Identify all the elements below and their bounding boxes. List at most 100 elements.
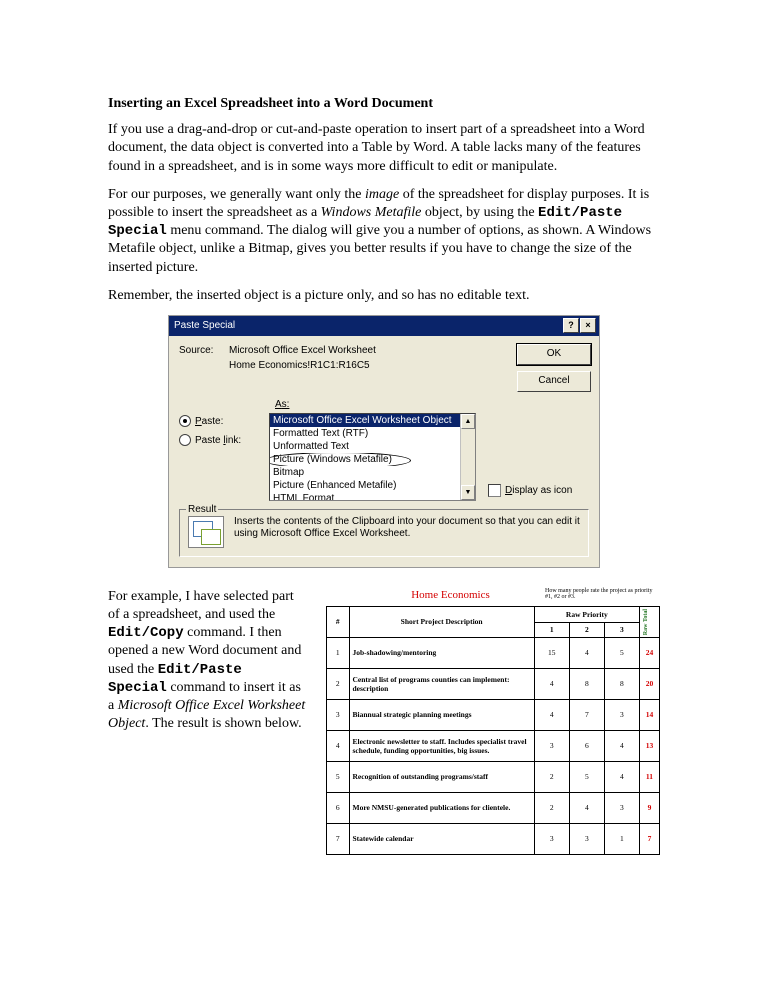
text-italic: Windows Metafile [321,205,422,220]
cell-p2: 6 [569,731,604,762]
source-value-2: Home Economics!R1C1:R16C5 [229,359,370,372]
table-row: 6More NMSU-generated publications for cl… [327,793,660,824]
cell-p3: 1 [604,824,639,855]
cell-p1: 3 [534,824,569,855]
cell-p1: 2 [534,793,569,824]
close-button[interactable]: × [580,318,596,333]
result-icon [188,516,224,548]
spreadsheet-image: Home Economics How many people rate the … [326,588,660,855]
radio-icon [179,434,191,446]
cell-num: 6 [327,793,350,824]
paragraph-4: For example, I have selected part of a s… [108,588,308,845]
list-item[interactable]: Unformatted Text [270,440,475,453]
text: For our purposes, we generally want only… [108,187,365,202]
cell-p2: 7 [569,700,604,731]
dialog-titlebar: Paste Special ? × [169,316,599,336]
cell-p3: 5 [604,638,639,669]
paragraph-3: Remember, the inserted object is a pictu… [108,287,660,305]
col-header-desc: Short Project Description [349,607,534,638]
cell-p1: 4 [534,700,569,731]
cell-p2: 3 [569,824,604,855]
as-label: As: [275,399,289,410]
cell-num: 2 [327,669,350,700]
cell-num: 1 [327,638,350,669]
text: . The result is shown below. [145,716,301,731]
col-header-rawtotal: Raw Total [639,607,659,638]
table-row: 5Recognition of outstanding programs/sta… [327,762,660,793]
cell-num: 4 [327,731,350,762]
list-item[interactable]: Microsoft Office Excel Worksheet Object [270,414,475,427]
radio-icon [179,415,191,427]
cell-p3: 4 [604,762,639,793]
cell-total: 14 [639,700,659,731]
source-label: Source: [179,344,221,357]
display-as-icon-label: Display as icon [505,484,572,497]
table-row: 2Central list of programs counties can i… [327,669,660,700]
cell-p2: 4 [569,638,604,669]
list-item[interactable]: HTML Format [270,492,475,501]
cell-p1: 4 [534,669,569,700]
cell-total: 24 [639,638,659,669]
scrollbar[interactable]: ▲ ▼ [460,414,475,500]
ok-button[interactable]: OK [517,344,591,365]
cell-p3: 3 [604,700,639,731]
help-button[interactable]: ? [563,318,579,333]
scroll-up-icon[interactable]: ▲ [461,414,475,429]
text-mono: Edit/Copy [108,625,184,641]
cell-desc: Recognition of outstanding programs/staf… [349,762,534,793]
scroll-down-icon[interactable]: ▼ [461,485,475,500]
cell-desc: Job-shadowing/mentoring [349,638,534,669]
radio-paste-link[interactable]: Paste link: [179,434,269,447]
page-title: Inserting an Excel Spreadsheet into a Wo… [108,95,660,113]
cell-total: 11 [639,762,659,793]
cell-p3: 3 [604,793,639,824]
radio-pastelink-label: Paste link: [195,434,241,447]
cell-desc: Biannual strategic planning meetings [349,700,534,731]
display-as-icon-checkbox[interactable]: Display as icon [488,484,588,497]
cell-desc: More NMSU-generated publications for cli… [349,793,534,824]
list-item[interactable]: Formatted Text (RTF) [270,427,475,440]
list-item[interactable]: Picture (Enhanced Metafile) [270,479,475,492]
dialog-title: Paste Special [172,319,235,332]
table-row: 4Electronic newsletter to staff. Include… [327,731,660,762]
table-row: 1Job-shadowing/mentoring154524 [327,638,660,669]
text: object, by using the [421,205,538,220]
table-row: 3Biannual strategic planning meetings473… [327,700,660,731]
spreadsheet-table: # Short Project Description Raw Priority… [326,606,660,855]
col-header-num: # [327,607,350,638]
cell-p2: 8 [569,669,604,700]
cell-p1: 3 [534,731,569,762]
radio-paste[interactable]: Paste: [179,415,269,428]
cell-desc: Central list of programs counties can im… [349,669,534,700]
result-fieldset: Result Inserts the contents of the Clipb… [179,509,589,557]
cell-p3: 4 [604,731,639,762]
document-page: Inserting an Excel Spreadsheet into a Wo… [0,0,768,895]
col-header-2: 2 [569,622,604,638]
dialog-body: OK Cancel Source: Microsoft Office Excel… [169,336,599,567]
table-row: 7Statewide calendar3317 [327,824,660,855]
cell-total: 20 [639,669,659,700]
cell-desc: Statewide calendar [349,824,534,855]
result-legend: Result [186,503,218,516]
paragraph-1: If you use a drag-and-drop or cut-and-pa… [108,121,660,176]
dialog-screenshot: Paste Special ? × OK Cancel Source: Micr… [108,315,660,568]
list-item-circled[interactable]: Picture (Windows Metafile) [270,453,475,466]
text-italic: image [365,187,399,202]
cancel-button[interactable]: Cancel [517,371,591,392]
cell-p3: 8 [604,669,639,700]
checkbox-icon [488,484,501,497]
table-row: # Short Project Description Raw Priority… [327,607,660,623]
cell-num: 7 [327,824,350,855]
cell-p1: 2 [534,762,569,793]
cell-p2: 4 [569,793,604,824]
cell-total: 7 [639,824,659,855]
format-listbox[interactable]: Microsoft Office Excel Worksheet Object … [269,413,476,501]
text: For example, I have selected part of a s… [108,589,294,622]
cell-total: 13 [639,731,659,762]
list-item[interactable]: Bitmap [270,466,475,479]
radio-paste-label: Paste: [195,415,223,428]
sheet-title: Home Economics [326,588,545,602]
col-header-1: 1 [534,622,569,638]
cell-num: 5 [327,762,350,793]
cell-total: 9 [639,793,659,824]
